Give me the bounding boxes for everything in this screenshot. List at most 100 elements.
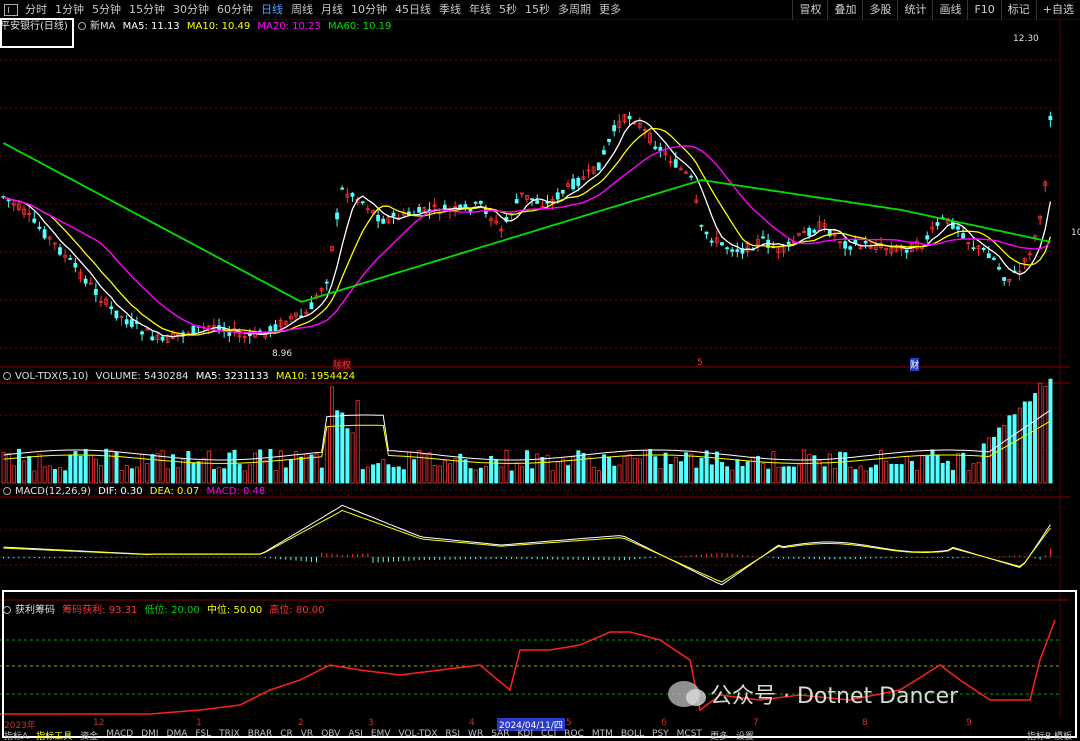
- volume-bar: [853, 469, 858, 484]
- volume-bar: [47, 465, 52, 484]
- volume-bar: [827, 453, 832, 484]
- indicator-tab[interactable]: BRAR: [244, 729, 276, 741]
- volume-bar: [309, 454, 314, 484]
- indicator-tab[interactable]: DMA: [163, 729, 192, 741]
- indicator-tab[interactable]: SAR: [487, 729, 513, 741]
- indicator-tab[interactable]: CR: [276, 729, 297, 741]
- timeframe-tab[interactable]: 分时: [21, 0, 51, 20]
- volume-bar: [802, 449, 807, 484]
- volume-bar: [88, 454, 93, 484]
- settings-circle-icon[interactable]: [78, 22, 86, 30]
- candle-body: [268, 326, 273, 332]
- indicator-tab[interactable]: PSY: [648, 729, 673, 741]
- indicator-tab[interactable]: MCST: [673, 729, 706, 741]
- indicator-tab[interactable]: OBV: [317, 729, 344, 741]
- toolbar-button[interactable]: 标记: [1000, 0, 1036, 20]
- volume-bar: [868, 467, 873, 484]
- settings-circle-icon[interactable]: [3, 487, 11, 495]
- candle-body: [986, 253, 991, 259]
- indicator-tab[interactable]: 资金: [76, 729, 102, 741]
- indicator-tab[interactable]: ROC: [560, 729, 588, 741]
- volume-bar: [555, 461, 560, 484]
- volume-bar: [832, 468, 837, 484]
- timeframe-tab[interactable]: 15秒: [521, 0, 554, 20]
- indicator-tab[interactable]: VR: [297, 729, 317, 741]
- indicator-tab[interactable]: RSI: [441, 729, 464, 741]
- timeframe-tab[interactable]: 5分钟: [88, 0, 125, 20]
- candle-body: [114, 310, 119, 319]
- date-axis-label: 4: [469, 718, 475, 728]
- volume-bar: [766, 468, 771, 484]
- timeframe-tab[interactable]: 日线: [257, 0, 287, 20]
- bottom-right-tabs[interactable]: 指标B 模板: [1023, 729, 1076, 741]
- indicator-tab[interactable]: MTM: [588, 729, 617, 741]
- toolbar-button[interactable]: 叠加: [827, 0, 862, 20]
- indicator-tabs: 指标A 指标工具 资金 MACD DMI DMA FSL TRIX BRAR CR VR OBV ASI…: [0, 729, 1080, 741]
- volume-bar: [253, 452, 258, 484]
- timeframe-tab[interactable]: 10分钟: [347, 0, 391, 20]
- indicator-tab[interactable]: BOLL: [617, 729, 648, 741]
- ma5-value: MA5: 11.13: [122, 21, 180, 32]
- toolbar-button[interactable]: 画线: [932, 0, 967, 20]
- candle-body: [42, 229, 47, 239]
- candle-body: [848, 246, 853, 250]
- toolbar-button[interactable]: 冒权: [792, 0, 827, 20]
- timeframe-tab[interactable]: 周线: [287, 0, 317, 20]
- indicator-tab[interactable]: TRIX: [215, 729, 244, 741]
- toolbar-button[interactable]: +自选: [1035, 0, 1080, 20]
- layout-icon[interactable]: [4, 3, 18, 16]
- stock-name[interactable]: 平安银行(日线): [0, 21, 68, 32]
- ma60-value: MA60: 10.19: [327, 21, 392, 32]
- indicator-tab[interactable]: DMI: [137, 729, 162, 741]
- candle-body: [83, 278, 88, 284]
- timeframe-tab[interactable]: 30分钟: [169, 0, 213, 20]
- volume-bar: [1043, 385, 1048, 484]
- volume-bar: [299, 456, 304, 484]
- timeframe-tab[interactable]: 15分钟: [125, 0, 169, 20]
- timeframe-tab[interactable]: 60分钟: [213, 0, 257, 20]
- event-marker-5[interactable]: 5: [697, 358, 703, 368]
- timeframe-tab[interactable]: 多周期: [554, 0, 595, 20]
- volume-bar: [689, 453, 694, 484]
- indicator-tab[interactable]: 指标工具: [32, 729, 76, 741]
- timeframe-tab[interactable]: 5秒: [495, 0, 521, 20]
- indicator-tab[interactable]: 更多: [706, 729, 732, 741]
- volume-bar: [211, 469, 216, 484]
- toolbar-button[interactable]: 多股: [862, 0, 897, 20]
- timeframe-tab[interactable]: 更多: [595, 0, 625, 20]
- volume-bar: [109, 449, 114, 484]
- candle-body: [473, 201, 478, 204]
- volume-bar: [119, 469, 124, 484]
- indicator-tab[interactable]: WR: [464, 729, 487, 741]
- candle-body: [140, 331, 144, 335]
- volume-bar: [1007, 415, 1012, 484]
- date-axis-label: 1: [196, 718, 202, 728]
- event-financial[interactable]: 财: [910, 358, 920, 371]
- indicator-tab[interactable]: KDJ: [514, 729, 538, 741]
- indicator-tab[interactable]: FSL: [191, 729, 215, 741]
- candle-body: [961, 233, 966, 240]
- timeframe-tab[interactable]: 年线: [465, 0, 495, 20]
- timeframe-tab[interactable]: 月线: [317, 0, 347, 20]
- indicator-tab[interactable]: 设置: [732, 729, 758, 741]
- volume-bar: [11, 465, 16, 484]
- indicator-tab[interactable]: ASI: [344, 729, 367, 741]
- timeframe-tab[interactable]: 1分钟: [51, 0, 88, 20]
- event-ex-rights[interactable]: 除权: [333, 358, 352, 371]
- toolbar-button[interactable]: 统计: [897, 0, 932, 20]
- indicator-tab[interactable]: VOL-TDX: [394, 729, 441, 741]
- candle-body: [935, 222, 940, 226]
- indicator-tab[interactable]: MACD: [102, 729, 137, 741]
- volume-bar: [386, 464, 391, 484]
- indicator-tab[interactable]: EMV: [367, 729, 395, 741]
- indicator-tab[interactable]: CCI: [537, 729, 560, 741]
- indicator-tab[interactable]: 指标A: [0, 729, 32, 741]
- settings-circle-icon[interactable]: [3, 606, 11, 614]
- timeframe-tab[interactable]: 季线: [435, 0, 465, 20]
- macd-dif-line: [3, 504, 1051, 586]
- timeframe-tab[interactable]: 45日线: [391, 0, 435, 20]
- toolbar-button[interactable]: F10: [967, 0, 1000, 20]
- volume-bar: [971, 463, 976, 484]
- volume-bar: [720, 462, 725, 484]
- settings-circle-icon[interactable]: [3, 372, 11, 380]
